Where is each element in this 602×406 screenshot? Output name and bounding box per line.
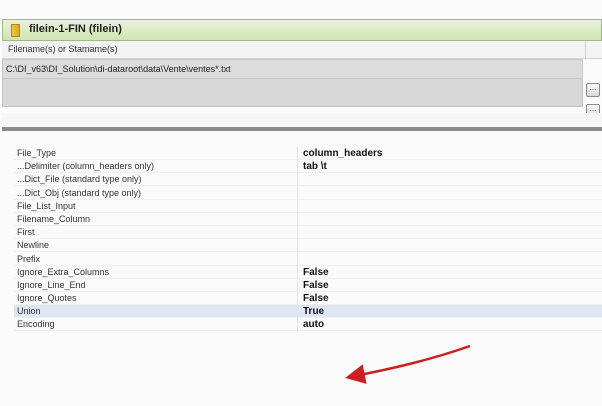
property-name: Encoding [14, 318, 297, 332]
property-row[interactable]: Encoding auto [14, 318, 602, 332]
property-value[interactable] [298, 213, 602, 226]
property-row[interactable]: Ignore_Extra_Columns False [14, 265, 602, 279]
property-value[interactable]: tab \t [298, 160, 602, 174]
property-name: Filename_Column [14, 213, 297, 226]
property-grid: File_Type column_headers ...Delimiter (col… [14, 147, 602, 332]
splitter-bar[interactable] [2, 127, 602, 131]
property-name: ...Dict_File (standard type only) [14, 173, 297, 187]
property-row[interactable]: File_Type column_headers [14, 147, 602, 160]
property-row[interactable]: Newline [14, 239, 602, 253]
property-row[interactable]: Ignore_Line_End False [14, 278, 602, 292]
property-value[interactable]: auto [298, 318, 602, 332]
property-value[interactable]: False [298, 266, 602, 279]
header-divider [585, 41, 586, 59]
property-value[interactable]: False [298, 279, 602, 292]
title-bar: filein-1-FIN (filein) [2, 19, 602, 41]
property-value[interactable]: False [298, 292, 602, 306]
filename-header-label: Filename(s) or Stamame(s) [8, 44, 118, 54]
property-value[interactable] [298, 226, 602, 240]
property-name: Ignore_Extra_Columns [14, 266, 297, 279]
property-row[interactable]: ...Dict_Obj (standard type only) [14, 186, 602, 200]
property-name: Prefix [14, 253, 297, 266]
property-value[interactable]: column_headers [298, 147, 602, 160]
property-value[interactable] [298, 173, 602, 187]
filename-path-value: C:\DI_v63\DI_Solution\di-dataroot\data\V… [6, 64, 231, 74]
property-row[interactable]: ...Delimiter (column_headers only) tab \t [14, 160, 602, 174]
browse-button[interactable]: ... [586, 83, 600, 97]
filename-empty-row[interactable] [2, 79, 583, 107]
property-value[interactable] [298, 239, 602, 253]
property-row[interactable]: ...Dict_File (standard type only) [14, 173, 602, 187]
property-value[interactable]: True [298, 305, 602, 319]
window-title: filein-1-FIN (filein) [29, 23, 122, 35]
property-name: Ignore_Line_End [14, 279, 297, 292]
property-name: Newline [14, 239, 297, 253]
property-value[interactable] [298, 187, 602, 200]
property-row[interactable]: First [14, 226, 602, 240]
property-name: Union [14, 305, 297, 319]
annotation-arrow-line [345, 344, 471, 384]
property-name: File_List_Input [14, 200, 297, 213]
property-name: Ignore_Quotes [14, 292, 297, 306]
filename-column-header: Filename(s) or Stamame(s) [2, 41, 602, 59]
property-row[interactable]: Filename_Column [14, 212, 602, 226]
property-editor-window: filein-1-FIN (filein) Filename(s) or Sta… [0, 0, 602, 406]
property-name: First [14, 226, 297, 240]
folder-icon [11, 24, 20, 37]
property-row[interactable]: File_List_Input [14, 199, 602, 213]
property-row[interactable]: Ignore_Quotes False [14, 292, 602, 306]
property-row[interactable]: Prefix [14, 252, 602, 266]
property-name: ...Delimiter (column_headers only) [14, 160, 297, 174]
section-gap [2, 113, 602, 127]
property-row[interactable]: Union True [14, 305, 602, 319]
property-value[interactable] [298, 253, 602, 266]
filename-path-field[interactable]: C:\DI_v63\DI_Solution\di-dataroot\data\V… [2, 59, 583, 79]
property-value[interactable] [298, 200, 602, 213]
property-name: ...Dict_Obj (standard type only) [14, 187, 297, 200]
property-name: File_Type [14, 147, 297, 160]
